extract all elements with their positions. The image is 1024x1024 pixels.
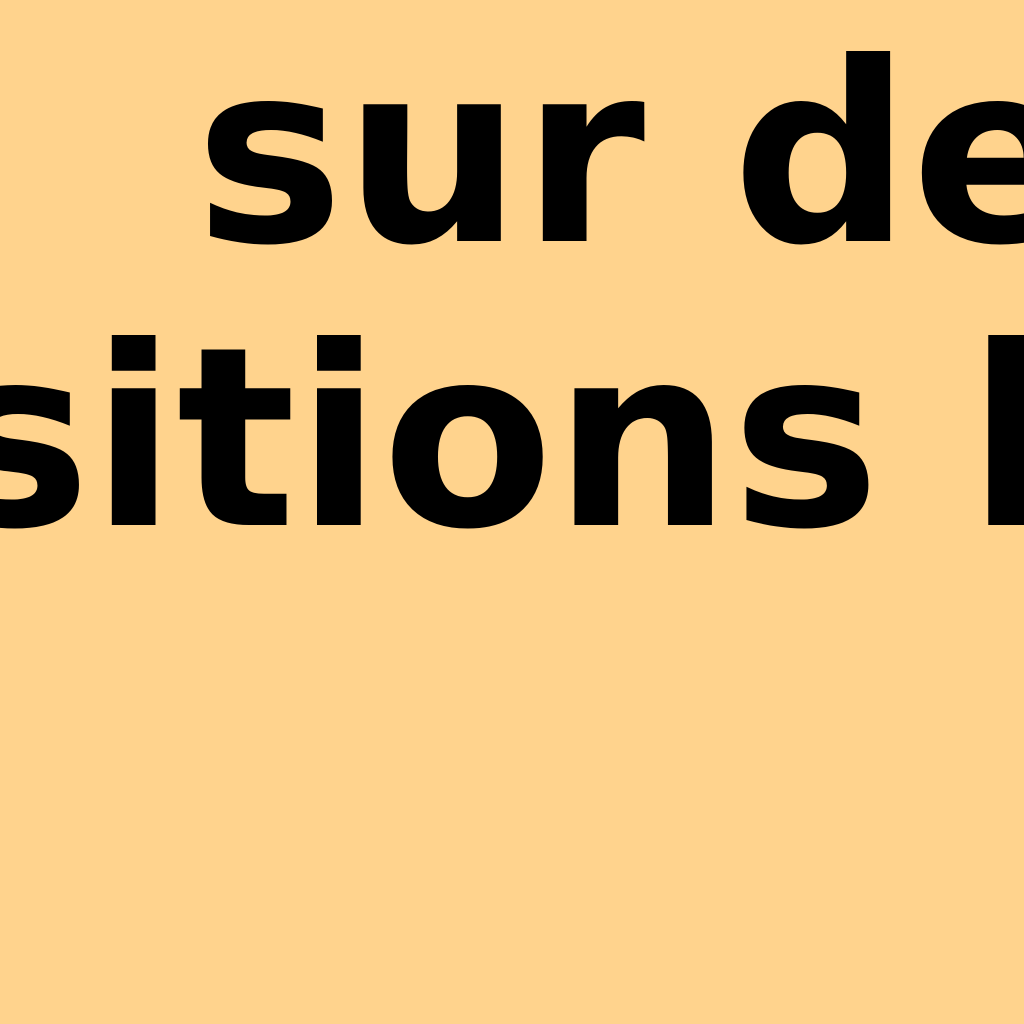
zoomed-text-view: sur dem sitions le — [0, 0, 1024, 1024]
text-line-2: sitions le — [0, 293, 1024, 584]
text-line-1: sur dem — [195, 9, 1024, 300]
